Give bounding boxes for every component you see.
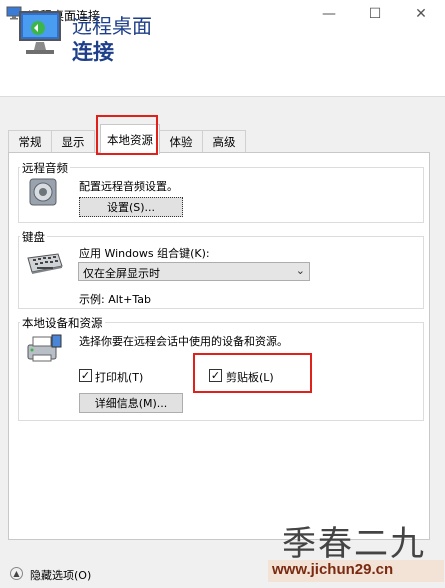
- watermark-text: 季春二九: [282, 524, 426, 564]
- header-title-line2: 连接: [72, 40, 114, 64]
- tab-advanced[interactable]: 高级: [202, 130, 246, 152]
- printer-checkbox[interactable]: ✓: [79, 369, 92, 382]
- minimize-button[interactable]: —: [306, 0, 352, 28]
- remote-audio-group-title: 远程音频: [20, 160, 70, 176]
- printer-label[interactable]: 打印机(T): [95, 369, 143, 385]
- remote-desktop-computer-icon: [19, 11, 61, 54]
- tab-general[interactable]: 常规: [8, 130, 52, 152]
- close-icon: ✕: [415, 6, 427, 22]
- close-button[interactable]: ✕: [398, 0, 444, 28]
- keyboard-example-text: 示例: Alt+Tab: [79, 293, 151, 306]
- remote-audio-description: 配置远程音频设置。: [79, 180, 178, 193]
- keyboard-group-title: 键盘: [20, 229, 47, 245]
- clipboard-checkbox[interactable]: ✓: [209, 369, 222, 382]
- tab-experience[interactable]: 体验: [159, 130, 203, 152]
- maximize-button[interactable]: ☐: [352, 0, 398, 28]
- keyboard-icon: [27, 253, 63, 274]
- devices-icon: [27, 334, 62, 362]
- local-devices-description: 选择你要在远程会话中使用的设备和资源。: [79, 335, 288, 348]
- collapse-arrow-icon[interactable]: ▲: [10, 567, 23, 580]
- local-devices-group-title: 本地设备和资源: [20, 315, 105, 331]
- maximize-icon: ☐: [368, 6, 382, 22]
- checkmark-icon: ✓: [210, 369, 221, 382]
- header-banner: [0, 28, 445, 97]
- tab-highlight-box: [96, 115, 158, 155]
- minimize-icon: —: [322, 6, 336, 22]
- checkmark-icon: ✓: [80, 369, 91, 382]
- speaker-icon: [29, 178, 57, 206]
- hide-options-link[interactable]: 隐藏选项(O): [30, 567, 91, 583]
- watermark-url: www.jichun29.cn: [272, 561, 394, 578]
- header-title-line1: 远程桌面: [72, 14, 152, 38]
- windows-key-combo-select[interactable]: 仅在全屏显示时 ⌄: [78, 262, 310, 281]
- audio-settings-button[interactable]: 设置(S)...: [79, 197, 183, 217]
- tab-display[interactable]: 显示: [51, 130, 95, 152]
- clipboard-label[interactable]: 剪贴板(L): [226, 369, 274, 385]
- details-button[interactable]: 详细信息(M)...: [79, 393, 183, 413]
- chevron-down-icon: ⌄: [295, 264, 305, 277]
- windows-key-combo-label: 应用 Windows 组合键(K):: [79, 247, 210, 260]
- windows-key-combo-value: 仅在全屏显示时: [83, 267, 160, 280]
